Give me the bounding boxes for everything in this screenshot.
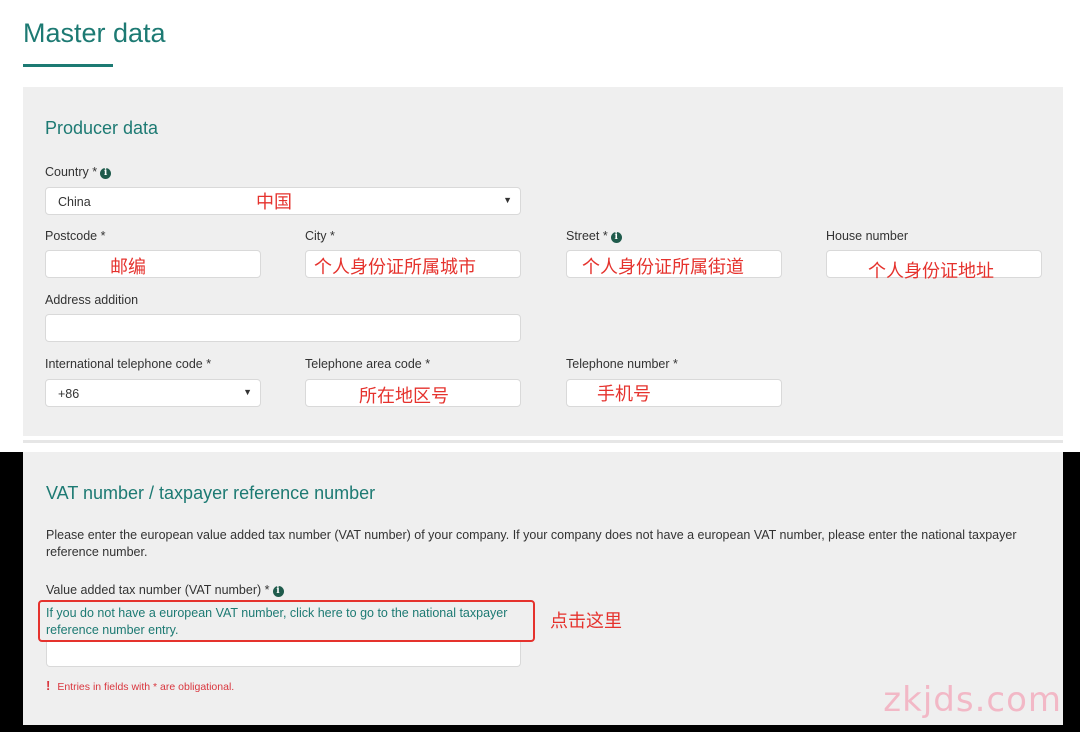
area-code-annotation: 所在地区号 bbox=[359, 386, 449, 407]
country-label-text: Country * bbox=[45, 165, 98, 179]
title-underline bbox=[23, 64, 113, 67]
country-annotation: 中国 bbox=[256, 192, 292, 213]
house-number-annotation: 个人身份证地址 bbox=[868, 261, 994, 282]
section-separator bbox=[23, 440, 1063, 443]
city-label: City * bbox=[305, 229, 335, 243]
street-annotation: 个人身份证所属街道 bbox=[582, 257, 744, 278]
intl-code-select[interactable]: +86 ▼ bbox=[45, 379, 261, 407]
phone-annotation: 手机号 bbox=[597, 384, 651, 405]
street-label-text: Street * bbox=[566, 229, 608, 243]
street-label: Street * i bbox=[566, 229, 622, 243]
postcode-input[interactable] bbox=[45, 250, 261, 278]
page-title: Master data bbox=[23, 18, 166, 48]
postcode-annotation: 邮编 bbox=[110, 257, 146, 278]
highlight-box bbox=[38, 600, 535, 642]
info-icon[interactable]: i bbox=[100, 168, 112, 179]
vat-description: Please enter the european value added ta… bbox=[46, 528, 1017, 559]
house-number-label: House number bbox=[826, 229, 908, 243]
intl-code-label: International telephone code * bbox=[45, 357, 212, 371]
vat-heading: VAT number / taxpayer reference number bbox=[46, 483, 376, 503]
error-mark: ! bbox=[46, 678, 51, 693]
country-label: Country * i bbox=[45, 165, 112, 179]
vat-field-label: Value added tax number (VAT number) * i bbox=[46, 583, 284, 597]
country-value: China bbox=[58, 195, 91, 209]
phone-label: Telephone number * bbox=[566, 357, 678, 371]
chevron-down-icon: ▼ bbox=[243, 387, 252, 397]
postcode-label: Postcode * bbox=[45, 229, 106, 243]
click-here-annotation: 点击这里 bbox=[550, 611, 622, 632]
city-annotation: 个人身份证所属城市 bbox=[314, 257, 476, 278]
vat-number-input[interactable] bbox=[46, 642, 521, 667]
producer-data-heading: Producer data bbox=[45, 118, 159, 138]
error-text: Entries in fields with * are obligationa… bbox=[57, 681, 235, 693]
address-addition-input[interactable] bbox=[45, 314, 521, 342]
info-icon[interactable]: i bbox=[272, 586, 284, 597]
address-addition-label: Address addition bbox=[45, 293, 139, 307]
vat-field-label-text: Value added tax number (VAT number) * bbox=[46, 583, 270, 597]
validation-error: ! Entries in fields with * are obligation… bbox=[46, 678, 234, 693]
intl-code-value: +86 bbox=[58, 387, 80, 401]
chevron-down-icon: ▼ bbox=[503, 195, 512, 205]
info-icon[interactable]: i bbox=[610, 232, 622, 243]
watermark: zkjds.com bbox=[883, 680, 1062, 720]
area-code-label: Telephone area code * bbox=[305, 357, 431, 371]
